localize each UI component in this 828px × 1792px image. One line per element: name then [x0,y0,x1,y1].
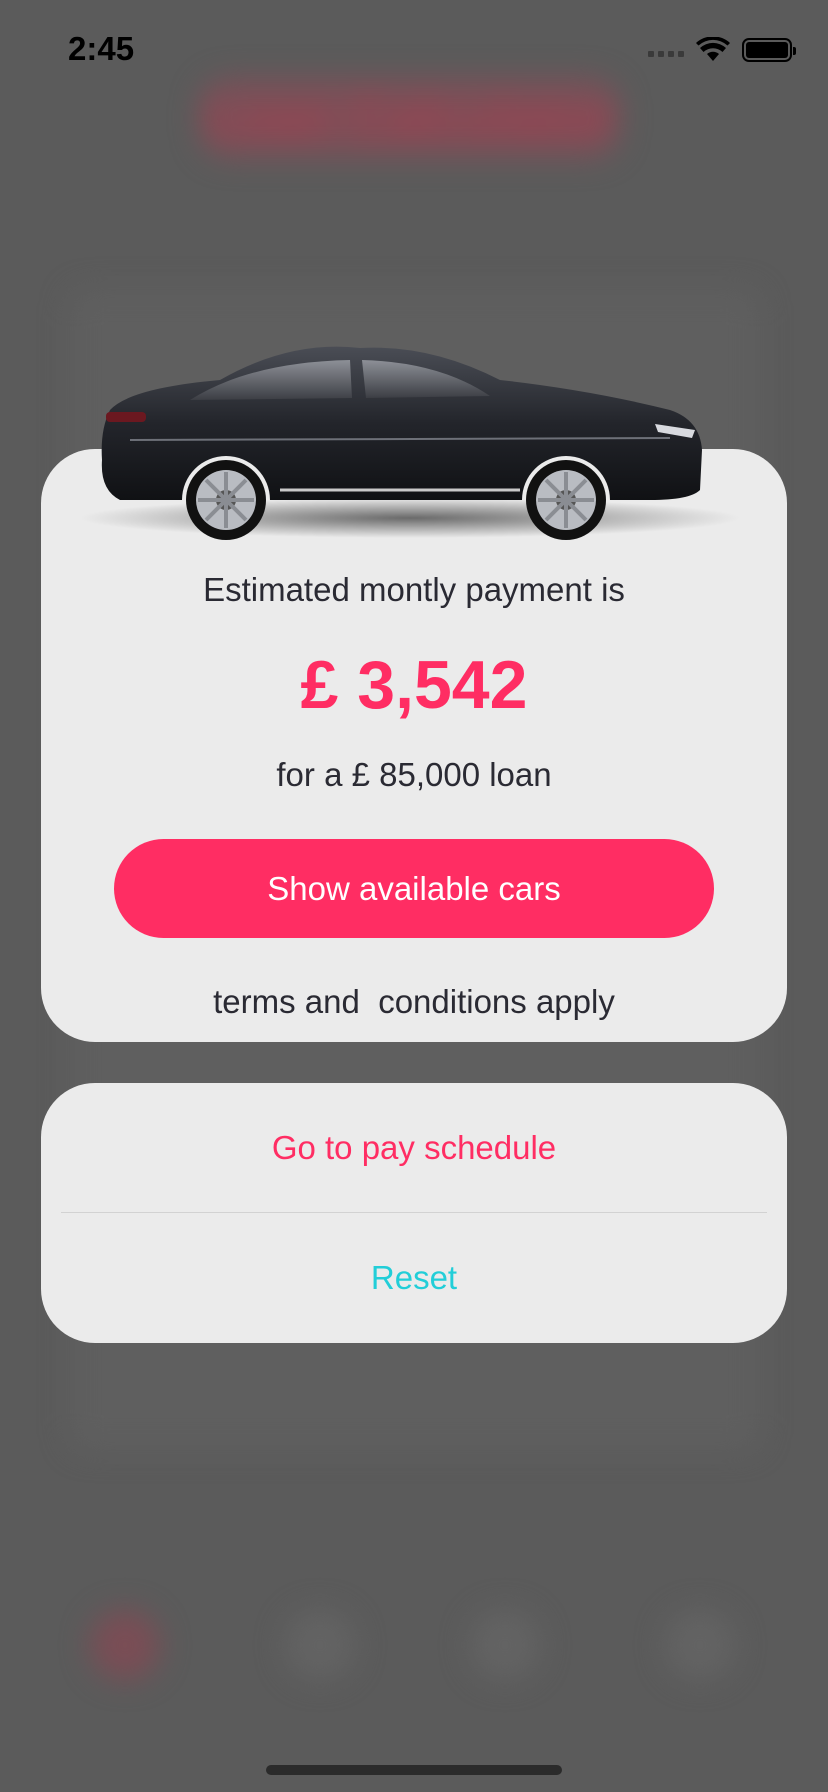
payment-amount: £ 3,542 [300,647,528,723]
pay-schedule-button[interactable]: Go to pay schedule [41,1083,787,1213]
wifi-icon [696,37,730,61]
battery-icon [742,38,796,62]
history-tab-icon [470,1610,540,1680]
loan-amount-label: for a £ 85,000 loan [276,756,552,793]
status-icons [648,36,796,64]
reset-button[interactable]: Reset [41,1213,787,1343]
calendar-tab-icon [285,1610,355,1680]
status-time: 2:45 [68,30,135,67]
cellular-signal-icon [648,43,684,57]
home-indicator[interactable] [266,1765,562,1775]
car-image [80,346,740,540]
calculator-tab-icon [90,1610,160,1680]
grid-tab-icon [665,1610,735,1680]
status-bar: 2:45 [0,0,828,100]
estimated-payment-label: Estimated montly payment is [203,571,625,608]
action-sheet: Go to pay schedule Reset [41,1083,787,1343]
show-available-cars-button[interactable]: Show available cars [114,839,714,938]
terms-label: terms and conditions apply [213,983,615,1020]
